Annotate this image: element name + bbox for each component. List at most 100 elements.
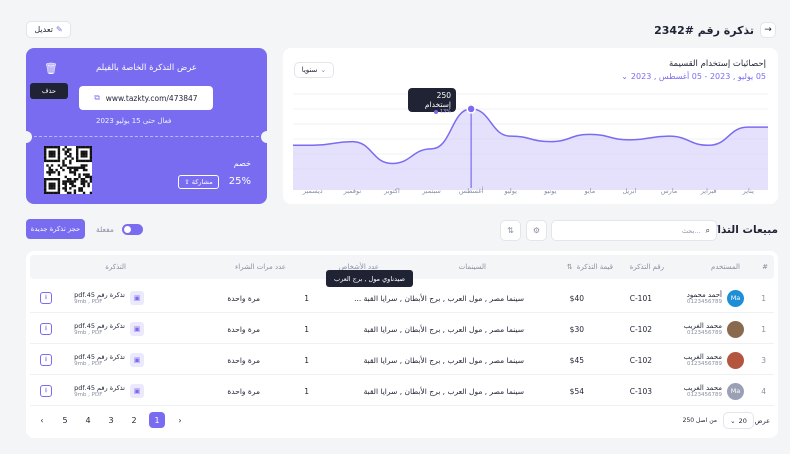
show-label: عرض	[754, 417, 770, 425]
usage-area-chart	[293, 93, 768, 190]
share-icon: ⇪	[184, 178, 190, 186]
cinemas[interactable]: سينما مصر , مول العرب , برج الأبطان , سر…	[364, 314, 524, 344]
month-tick: اكتوبر	[384, 187, 400, 195]
col-ticket-no: رقم التذكرة	[629, 263, 664, 271]
col-price[interactable]: قيمة التذكرة ⇅	[567, 263, 613, 271]
sort-button[interactable]: ⇅	[500, 220, 521, 241]
persons-count: 1	[304, 293, 309, 303]
ticket-number: C-101	[629, 293, 652, 303]
edit-icon: ✎	[55, 25, 63, 34]
filter-sliders-icon: ⚙	[532, 226, 541, 235]
col-user: المستخدم	[710, 263, 740, 271]
ticket-card: عرض التذكرة الخاصة بالفيلم 🗑 حذف ⧉ www.t…	[20, 48, 273, 204]
chart-marker-dot[interactable]	[466, 104, 476, 114]
row-number: 3	[761, 355, 766, 365]
back-button[interactable]: →	[760, 22, 776, 38]
per-page-select[interactable]: ⌄ 20	[723, 412, 754, 429]
new-ticket-button[interactable]: حجز تذكرة جديدة	[26, 219, 85, 239]
toggle-knob	[124, 226, 131, 233]
ticket-notch-left	[20, 131, 32, 143]
avatar: Ma	[727, 382, 744, 400]
download-button[interactable]: ⭳	[40, 345, 52, 375]
table-row[interactable]: 3 محمد الغريب 0123456789 C-102 $45 سينما مص…	[30, 345, 774, 375]
cinemas[interactable]: سينما مصر , مول العرب , برج الأبطان , سر…	[354, 283, 524, 313]
pagination: عرض ⌄ 20 من اصل 250 ‹ 5 4 3 2 1 ›	[34, 412, 770, 430]
ticket-file-icon: ▣	[130, 353, 144, 367]
ticket-file: ▣ تذكرة رقم 45.pdf 9mb , PDF	[74, 345, 144, 375]
user-cell: Ma أحمد محمود 0123456789	[687, 283, 744, 313]
ticket-price: $45	[569, 355, 584, 365]
page-2[interactable]: 2	[126, 412, 142, 428]
cinemas[interactable]: سينما مصر , مول العرب , برج الأبطان , سر…	[364, 345, 524, 375]
persons-count: 1	[304, 324, 309, 334]
cinemas[interactable]: سينما مصر , مول العرب , برج الأبطان , سر…	[364, 376, 524, 406]
download-icon: ⭳	[40, 292, 52, 304]
copy-icon[interactable]: ⧉	[94, 93, 99, 103]
download-button[interactable]: ⭳	[40, 314, 52, 344]
period-select[interactable]: سنويا ⌄	[294, 62, 334, 78]
user-cell: محمد الغريب 0123456789	[684, 345, 744, 375]
chart-x-axis: يناير فبراير مارس ابريل مايو يونيو يوليو أغسطس س…	[293, 187, 768, 197]
delete-tooltip: حذف	[30, 83, 68, 99]
dot-icon	[433, 110, 438, 114]
valid-until: فعال حتى 15 يوليو 2023	[96, 117, 172, 125]
download-button[interactable]: ⭳	[40, 376, 52, 406]
ticket-file: ▣ تذكرة رقم 45.pdf 9mb , PDF	[74, 314, 144, 344]
ticket-file: ▣ تذكرة رقم 45.pdf 9mb , PDF	[74, 376, 144, 406]
edit-button[interactable]: تعديل ✎	[26, 21, 71, 38]
ticket-link-field[interactable]: ⧉ www.tazkty.com/473847	[79, 86, 213, 110]
ticket-price: $40	[569, 293, 584, 303]
search-input[interactable]: بحث... ⌕	[551, 220, 717, 241]
ticket-number: C-103	[629, 386, 652, 396]
ticket-file-icon: ▣	[130, 291, 144, 305]
month-tick: يناير	[742, 187, 754, 195]
page-4[interactable]: 4	[80, 412, 96, 428]
filter-button[interactable]: ⚙	[526, 220, 547, 241]
prev-page-icon[interactable]: ‹	[34, 412, 50, 428]
col-num: #	[762, 263, 768, 271]
table-row[interactable]: 1 محمد الغريب 0123456789 C-102 $30 سينما مص…	[30, 314, 774, 344]
month-tick: فبراير	[700, 187, 717, 195]
row-number: 1	[761, 293, 766, 303]
file-name: تذكرة رقم 45.pdf	[74, 353, 125, 361]
ticket-file-icon: ▣	[130, 322, 144, 336]
user-phone: 0123456789	[687, 299, 722, 305]
stats-title: إحصائيات إستخدام القسيمة	[669, 59, 766, 69]
ticket-file: ▣ تذكرة رقم 45.pdf 9mb , PDF	[74, 283, 144, 313]
table-body: 1 Ma أحمد محمود 0123456789 C-101 $40 سينما …	[30, 283, 774, 408]
date-range-picker[interactable]: 05 يوليو , 2023 - 05 أغسطس , 2023 ⌄	[621, 72, 766, 81]
sort-icon: ⇅	[566, 263, 573, 271]
col-purchases: عدد مرات الشراء	[235, 263, 286, 271]
table-row[interactable]: 4 Ma محمد الغريب 0123456789 C-103 $54 سينما…	[30, 376, 774, 406]
row-number: 1	[761, 324, 766, 334]
next-page-icon[interactable]: ›	[172, 412, 188, 428]
purchase-count: مرة واحدة	[227, 324, 260, 334]
avatar	[727, 351, 744, 369]
share-button[interactable]: ⇪ مشاركة	[178, 175, 219, 189]
purchase-count: مرة واحدة	[227, 386, 260, 396]
page-list: ‹ 5 4 3 2 1 ›	[34, 412, 194, 429]
month-tick: أغسطس	[458, 187, 484, 195]
ticket-file-icon: ▣	[130, 384, 144, 398]
delete-button[interactable]: 🗑	[44, 62, 58, 75]
cinema-hover-tooltip: صيدناوي مول , برج العرب	[326, 270, 413, 287]
page-3[interactable]: 3	[103, 412, 119, 428]
page-1[interactable]: 1	[149, 412, 165, 428]
file-meta: 9mb , PDF	[74, 330, 103, 336]
user-name: محمد الغريب	[683, 353, 722, 361]
arrow-right-icon: →	[764, 25, 772, 35]
search-icon: ⌕	[705, 225, 710, 235]
table-row[interactable]: 1 Ma أحمد محمود 0123456789 C-101 $40 سينما …	[30, 283, 774, 313]
trash-icon: 🗑	[44, 62, 58, 75]
user-phone: 0123456789	[687, 330, 722, 336]
chart-area	[293, 108, 768, 190]
purchase-count: مرة واحدة	[227, 293, 260, 303]
col-ticket: التذكرة	[105, 263, 126, 271]
user-phone: 0123456789	[687, 361, 722, 367]
total-label: من اصل 250	[682, 417, 717, 424]
page-5[interactable]: 5	[57, 412, 73, 428]
active-toggle[interactable]	[122, 224, 143, 235]
file-name: تذكرة رقم 45.pdf	[74, 322, 125, 330]
page-title: تذكرة رقم #2342	[654, 24, 754, 37]
download-button[interactable]: ⭳	[40, 283, 52, 313]
